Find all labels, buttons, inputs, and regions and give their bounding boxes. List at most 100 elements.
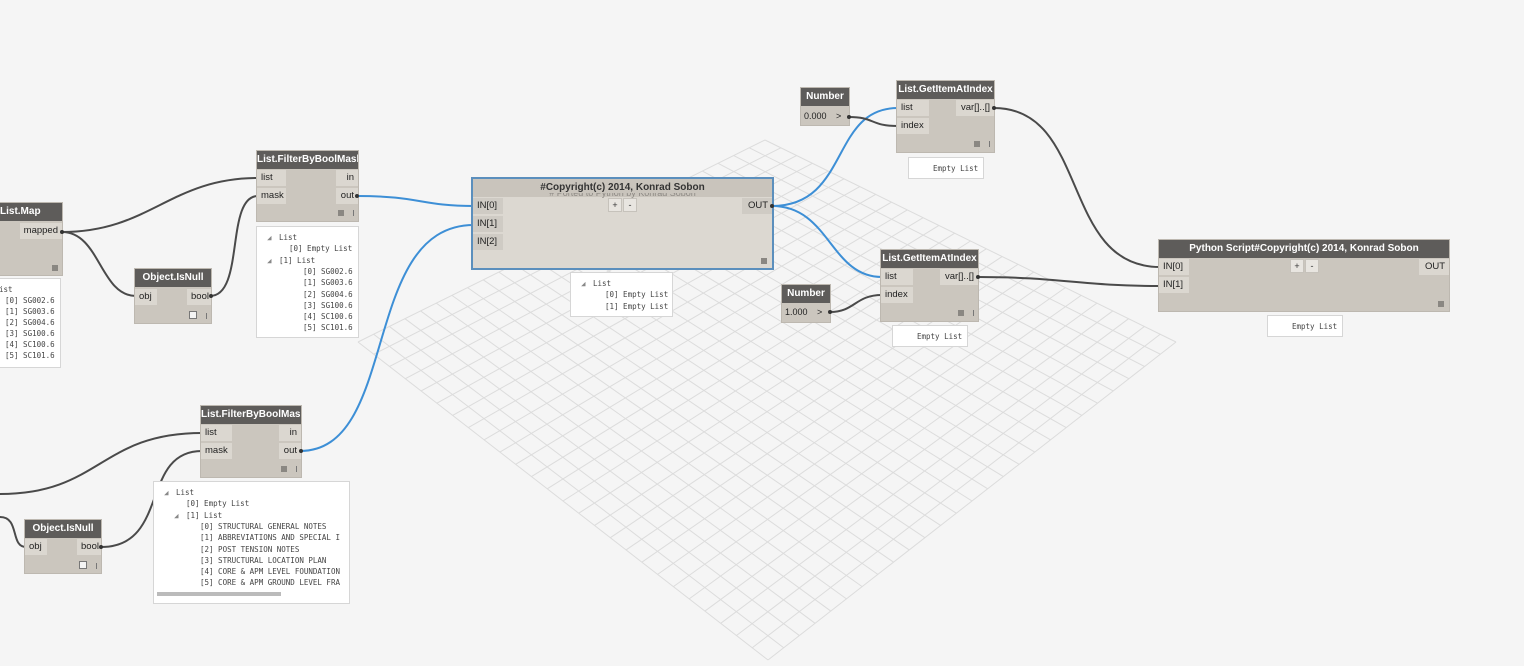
input-port-in1[interactable]: IN[1] xyxy=(1159,277,1189,293)
node-object-is-null-2[interactable]: Object.IsNull obj bool xyxy=(25,520,101,573)
wire-map-to-isnull1[interactable] xyxy=(61,231,137,297)
preview-get-item-1: Empty List xyxy=(908,157,984,179)
wire-map-to-filter1[interactable] xyxy=(61,177,259,233)
node-python-script-1[interactable]: #Copyright(c) 2014, Konrad Sobon # Porte… xyxy=(473,179,772,268)
input-port-list[interactable]: list xyxy=(257,170,286,186)
wire-filter1-to-python1[interactable] xyxy=(356,195,475,207)
connector-dot xyxy=(60,230,64,234)
input-port-index[interactable]: index xyxy=(897,118,929,134)
number-value-field[interactable]: 1.000 xyxy=(785,304,808,320)
resize-grip-icon xyxy=(281,466,287,472)
input-port-list[interactable]: list xyxy=(897,100,929,116)
node-get-item-at-index-2[interactable]: List.GetItemAtIndex list index var[]..[] xyxy=(881,250,978,321)
expand-triangle-icon[interactable]: ◢ xyxy=(164,488,169,497)
number-value-field[interactable]: 0.000 xyxy=(804,108,827,124)
preview-line: [5] SC101.6 xyxy=(5,351,55,360)
preview-scrollbar[interactable] xyxy=(157,592,281,596)
connector-dot xyxy=(99,545,103,549)
output-port-out[interactable]: OUT xyxy=(1419,259,1449,275)
number-arrow-icon[interactable]: > xyxy=(836,108,841,124)
node-tick-icon xyxy=(296,466,297,472)
node-tick-icon xyxy=(206,313,207,319)
preview-line: [0] SG002.6 xyxy=(303,266,353,276)
node-list-map[interactable]: List.Map mapped xyxy=(0,203,62,275)
input-port-in0[interactable]: IN[0] xyxy=(473,198,503,214)
preview-line: [1] ABBREVIATIONS AND SPECIAL I xyxy=(200,533,340,543)
node-title: List.Map xyxy=(0,203,62,221)
preview-text: Empty List xyxy=(1292,322,1338,331)
node-tick-icon xyxy=(989,141,990,147)
input-port-mask[interactable]: mask xyxy=(257,188,286,204)
input-port-list[interactable]: list xyxy=(201,425,232,441)
input-port-obj[interactable]: obj xyxy=(135,289,157,305)
node-title: Object.IsNull xyxy=(135,269,211,287)
output-port-bool[interactable]: bool xyxy=(187,289,211,305)
resize-grip-icon xyxy=(974,141,980,147)
preview-python-1: List ◢ [0] Empty List [1] Empty List xyxy=(570,272,673,317)
preview-line: [4] CORE & APM LEVEL FOUNDATION xyxy=(200,567,340,577)
preview-filter-1: List ◢ [0] Empty List [1] List ◢ [0] SG002.6 [… xyxy=(256,226,359,338)
expand-triangle-icon[interactable]: ◢ xyxy=(267,256,272,265)
preview-line: [0] SG002.6 xyxy=(5,296,55,305)
node-filter-by-bool-mask-2[interactable]: List.FilterByBoolMask list mask in out xyxy=(201,406,301,477)
preview-line: [2] POST TENSION NOTES xyxy=(200,544,300,554)
output-port-in[interactable]: in xyxy=(279,425,301,441)
output-port-out[interactable]: OUT xyxy=(742,198,772,214)
grid-line xyxy=(704,310,1114,612)
remove-input-button[interactable]: - xyxy=(623,198,637,212)
grid-line xyxy=(641,279,1050,563)
node-title: Number xyxy=(782,285,830,303)
preview-line: [2] SG004.6 xyxy=(303,289,353,299)
preview-line: [5] CORE & APM GROUND LEVEL FRA xyxy=(200,578,340,588)
preview-line: [3] SG100.6 xyxy=(303,300,353,310)
input-port-in1[interactable]: IN[1] xyxy=(473,216,503,232)
wire-getitem2-to-python2[interactable] xyxy=(977,276,1161,287)
add-input-button[interactable]: + xyxy=(608,198,622,212)
preview-line: ist xyxy=(0,285,13,294)
input-port-in0[interactable]: IN[0] xyxy=(1159,259,1189,275)
connector-dot xyxy=(209,294,213,298)
output-port-in[interactable]: in xyxy=(336,170,358,186)
output-port-var[interactable]: var[]..[] xyxy=(940,269,978,285)
output-port-bool[interactable]: bool xyxy=(77,539,101,555)
wire-getitem1-to-python2[interactable] xyxy=(993,107,1161,268)
preview-filter-2: List ◢ [0] Empty List [1] List ◢ [0] STRUCTUR… xyxy=(153,481,350,604)
preview-line: [4] SC100.6 xyxy=(5,340,55,349)
output-port-mapped[interactable]: mapped xyxy=(19,223,62,239)
node-title: List.GetItemAtIndex xyxy=(897,81,994,99)
node-title: Number xyxy=(801,88,849,106)
remove-input-button[interactable]: - xyxy=(1305,259,1319,273)
preview-line: [0] STRUCTURAL GENERAL NOTES xyxy=(200,521,327,531)
preview-line: List xyxy=(593,279,612,288)
output-port-var[interactable]: var[]..[] xyxy=(956,100,994,116)
expand-triangle-icon[interactable]: ◢ xyxy=(267,233,272,242)
input-port-obj[interactable]: obj xyxy=(25,539,47,555)
node-filter-by-bool-mask-1[interactable]: List.FilterByBoolMask list mask in out xyxy=(257,151,358,221)
node-object-is-null-1[interactable]: Object.IsNull obj bool xyxy=(135,269,211,323)
number-arrow-icon[interactable]: > xyxy=(817,304,822,320)
node-python-script-2[interactable]: Python Script#Copyright(c) 2014, Konrad … xyxy=(1159,240,1449,311)
wire-isnull1-to-filter1-mask[interactable] xyxy=(209,195,259,297)
node-get-item-at-index-1[interactable]: List.GetItemAtIndex list index var[]..[] xyxy=(897,81,994,152)
input-port-list[interactable]: list xyxy=(881,269,913,285)
expand-triangle-icon[interactable]: ◢ xyxy=(174,511,179,520)
output-port-out[interactable]: out xyxy=(279,443,301,459)
expand-triangle-icon[interactable]: ◢ xyxy=(581,279,586,288)
node-title: List.FilterByBoolMask xyxy=(257,151,358,169)
input-port-in2[interactable]: IN[2] xyxy=(473,234,503,250)
input-port-index[interactable]: index xyxy=(881,287,913,303)
preview-line: List xyxy=(176,488,195,497)
preview-line: [4] SC100.6 xyxy=(303,312,353,322)
wire-left-to-isnull2[interactable] xyxy=(0,516,27,548)
add-input-button[interactable]: + xyxy=(1290,259,1304,273)
node-number-1[interactable]: Number 0.000 > xyxy=(801,88,849,125)
preview-list-map: ist [0] SG002.6 [1] SG003.6 [2] SG004.6 [3] … xyxy=(0,278,61,368)
node-tick-icon xyxy=(353,210,354,216)
wire-number1-to-getitem1[interactable] xyxy=(848,116,899,127)
input-port-mask[interactable]: mask xyxy=(201,443,232,459)
node-number-2[interactable]: Number 1.000 > xyxy=(782,285,830,322)
preview-text: Empty List xyxy=(933,164,979,173)
preview-get-item-2: Empty List xyxy=(892,325,968,347)
node-title: Object.IsNull xyxy=(25,520,101,538)
node-title: List.GetItemAtIndex xyxy=(881,250,978,268)
